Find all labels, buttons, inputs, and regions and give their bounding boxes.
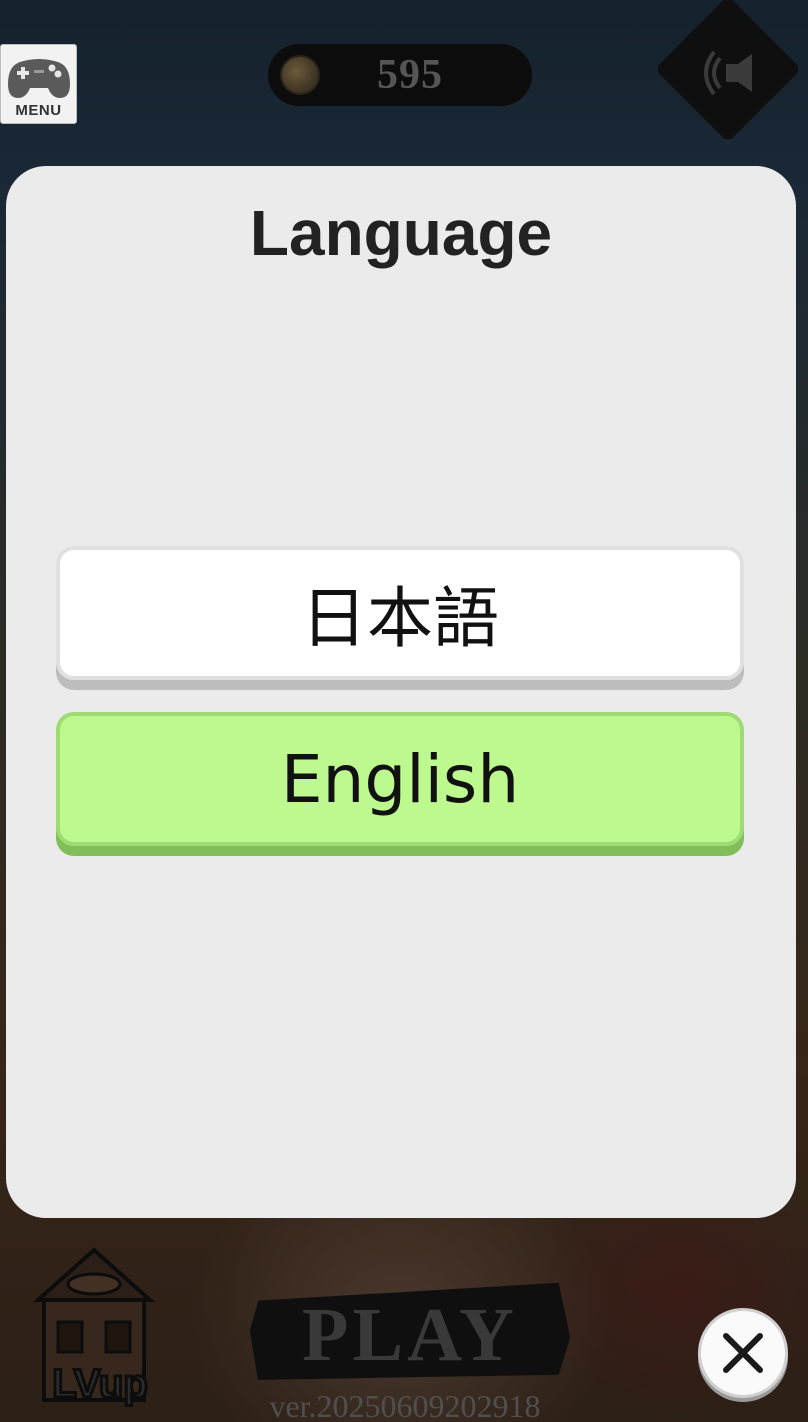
coin-counter: 595 (268, 44, 532, 106)
close-icon (723, 1333, 763, 1373)
dialog-title: Language (249, 197, 553, 269)
menu-button[interactable]: MENU (0, 44, 77, 124)
close-button[interactable] (698, 1308, 788, 1398)
menu-label: MENU (15, 102, 62, 119)
coin-icon (280, 55, 320, 95)
language-option-japanese[interactable]: 日本語 (56, 546, 744, 680)
coin-value: 595 (377, 52, 443, 98)
language-dialog: Language 日本語 English (6, 166, 796, 1218)
language-option-english[interactable]: English (56, 712, 744, 846)
gamepad-icon (7, 59, 70, 98)
speaker-icon (704, 50, 752, 96)
